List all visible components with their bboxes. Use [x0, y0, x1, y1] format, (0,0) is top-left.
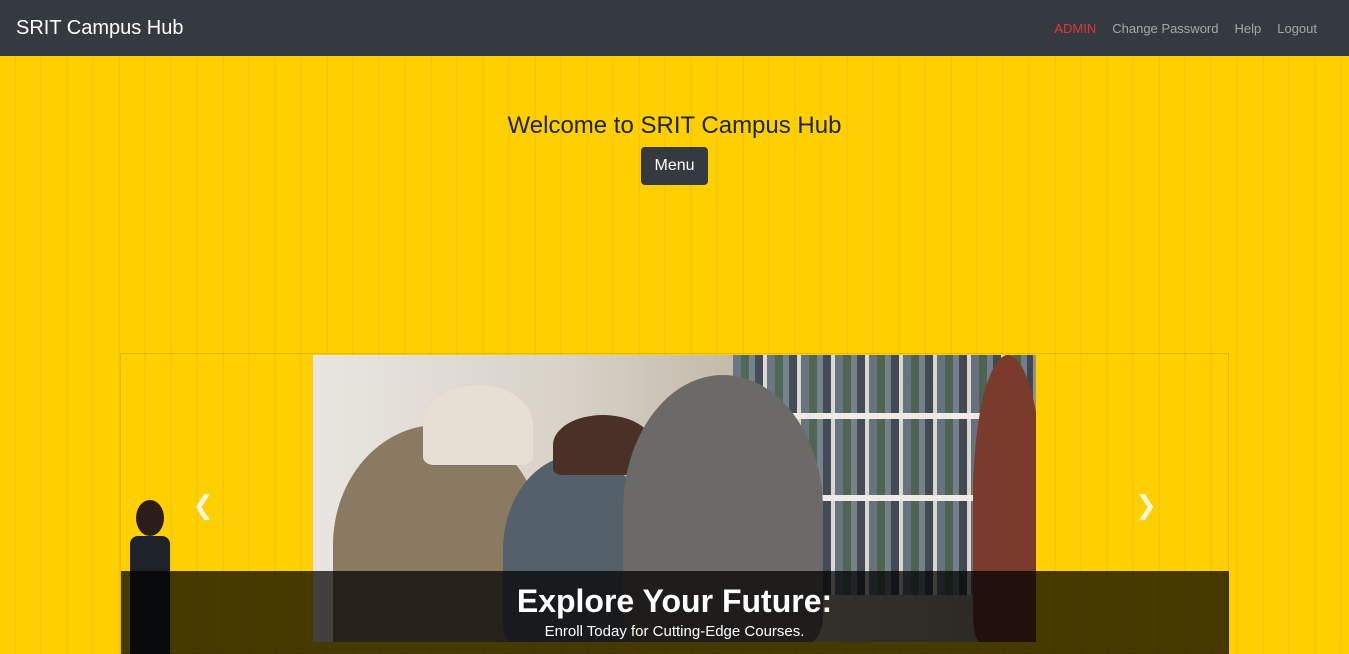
nav-link-admin[interactable]: ADMIN: [1046, 21, 1104, 36]
nav-link-help[interactable]: Help: [1226, 21, 1269, 36]
cap-graphic: [423, 385, 533, 465]
brand-link[interactable]: SRIT Campus Hub: [16, 17, 183, 40]
page-title: Welcome to SRIT Campus Hub: [507, 112, 842, 139]
chevron-left-icon[interactable]: ❮: [191, 490, 215, 520]
carousel-caption-subtitle: Enroll Today for Cutting-Edge Courses.: [544, 623, 805, 640]
nav-link-change-password[interactable]: Change Password: [1104, 21, 1226, 36]
carousel-caption-title: Explore Your Future:: [516, 583, 833, 619]
nav-link-logout[interactable]: Logout: [1269, 21, 1325, 36]
chevron-right-icon[interactable]: ❯: [1134, 490, 1158, 520]
top-navbar: SRIT Campus Hub ADMIN Change Password He…: [0, 0, 1349, 56]
menu-button[interactable]: Menu: [641, 147, 708, 185]
nav-links: ADMIN Change Password Help Logout: [1046, 21, 1333, 36]
